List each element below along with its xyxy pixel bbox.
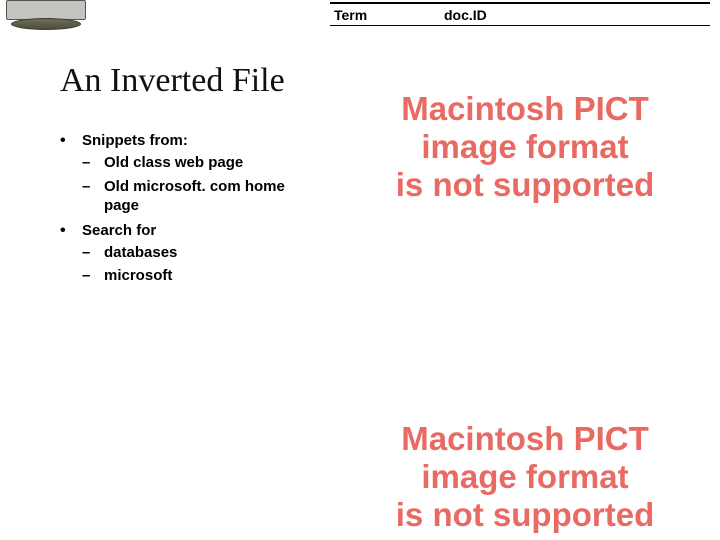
bullet-list: Snippets from: Old class web page Old mi…	[60, 132, 310, 292]
disk-label-graphic	[6, 0, 86, 20]
pict-error-line: is not supported	[330, 496, 720, 534]
pict-error-line: image format	[330, 128, 720, 166]
top-bar: Term doc.ID	[0, 0, 720, 36]
disk-platter-graphic	[11, 18, 81, 30]
bullet-label: Snippets from:	[82, 132, 188, 149]
sub-bullet-old-microsoft: Old microsoft. com home page	[82, 177, 310, 216]
bullet-label: Search for	[82, 222, 156, 239]
column-header-term: Term	[330, 7, 440, 23]
pict-error-line: image format	[330, 458, 720, 496]
column-header-docid: doc.ID	[440, 7, 487, 23]
sub-bullet-old-class: Old class web page	[82, 153, 310, 173]
sub-bullet-microsoft: microsoft	[82, 266, 310, 286]
disk-icon	[6, 0, 86, 30]
pict-error-message-2: Macintosh PICT image format is not suppo…	[330, 420, 720, 534]
sub-bullet-databases: databases	[82, 243, 310, 263]
pict-error-line: Macintosh PICT	[330, 420, 720, 458]
table-header-row: Term doc.ID	[330, 2, 710, 26]
pict-error-line: is not supported	[330, 166, 720, 204]
pict-error-line: Macintosh PICT	[330, 90, 720, 128]
slide-title: An Inverted File	[60, 62, 285, 100]
pict-error-message-1: Macintosh PICT image format is not suppo…	[330, 90, 720, 204]
bullet-snippets-from: Snippets from: Old class web page Old mi…	[60, 132, 310, 216]
bullet-search-for: Search for databases microsoft	[60, 222, 310, 286]
